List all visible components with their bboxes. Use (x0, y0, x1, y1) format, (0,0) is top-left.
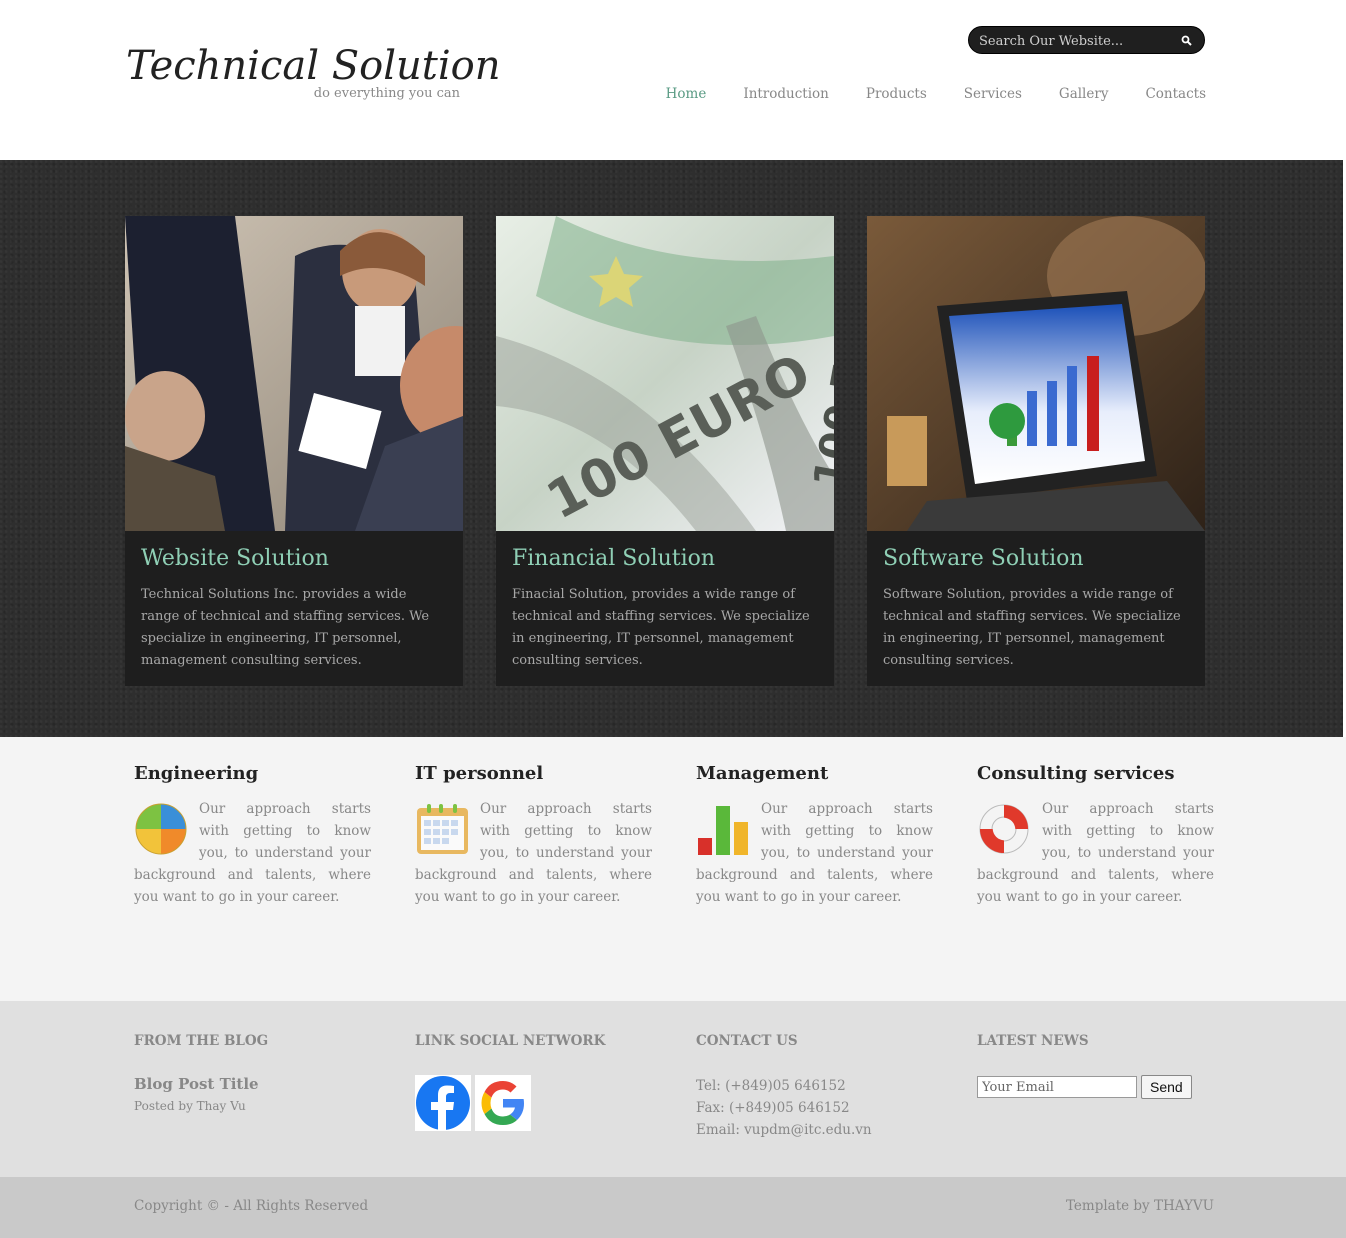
footer-contact: CONTACT US Tel: (+849)05 646152 Fax: (+8… (696, 1033, 936, 1141)
bar-chart-icon (698, 806, 748, 855)
footer-heading: LINK SOCIAL NETWORK (415, 1033, 606, 1049)
card-text: Technical Solutions Inc. provides a wide… (141, 587, 430, 668)
blog-post-meta: Posted by Thay Vu (134, 1099, 246, 1113)
email-field[interactable] (977, 1076, 1137, 1098)
site-header: Technical Solution do everything you can… (0, 0, 1346, 160)
nav-introduction[interactable]: Introduction (743, 86, 829, 108)
footer-heading: LATEST NEWS (977, 1033, 1089, 1049)
feature-title[interactable]: Management (696, 763, 933, 784)
euro-banknotes-photo: 100 EURO 100 EURO (496, 216, 834, 531)
search-icon[interactable] (1181, 35, 1192, 46)
nav-home[interactable]: Home (666, 86, 707, 108)
contact-fax: Fax: (+849)05 646152 (696, 1100, 850, 1116)
nav-products[interactable]: Products (866, 86, 927, 108)
feature-title[interactable]: Engineering (134, 763, 371, 784)
nav-gallery[interactable]: Gallery (1059, 86, 1109, 108)
feature-consulting: Consulting services Our approach starts … (977, 763, 1214, 908)
feature-title[interactable]: Consulting services (977, 763, 1214, 784)
lifebuoy-icon (979, 804, 1029, 854)
template-credit[interactable]: Template by THAYVU (1066, 1198, 1214, 1214)
feature-it-personnel: IT personnel Our approach starts with ge… (415, 763, 652, 908)
contact-tel: Tel: (+849)05 646152 (696, 1078, 846, 1094)
business-meeting-photo (125, 216, 463, 531)
nav-contacts[interactable]: Contacts (1145, 86, 1206, 108)
card-title[interactable]: Software Solution (883, 546, 1084, 571)
card-software-solution[interactable]: Software Solution Software Solution, pro… (867, 216, 1205, 686)
nav-services[interactable]: Services (964, 86, 1022, 108)
facebook-icon[interactable] (415, 1075, 471, 1131)
footer-blog: FROM THE BLOG Blog Post Title Posted by … (134, 1033, 374, 1113)
footer-news: LATEST NEWS Send (977, 1033, 1217, 1099)
card-website-solution[interactable]: Website Solution Technical Solutions Inc… (125, 216, 463, 686)
send-button[interactable]: Send (1141, 1075, 1192, 1099)
google-icon[interactable] (475, 1075, 531, 1131)
logo-title: Technical Solution (126, 43, 501, 89)
blog-post-title[interactable]: Blog Post Title (134, 1075, 374, 1093)
laptop-chart-photo (867, 216, 1205, 531)
feature-title[interactable]: IT personnel (415, 763, 652, 784)
card-title[interactable]: Website Solution (141, 546, 329, 571)
feature-management: Management Our approach starts with gett… (696, 763, 933, 908)
logo[interactable]: Technical Solution do everything you can (126, 42, 501, 101)
search-input[interactable] (979, 31, 1169, 51)
card-text: Software Solution, provides a wide range… (883, 587, 1181, 668)
copyright: Copyright © - All Rights Reserved (134, 1198, 369, 1214)
feature-engineering: Engineering Our approach starts with get… (134, 763, 371, 908)
contact-email[interactable]: Email: vupdm@itc.edu.vn (696, 1119, 936, 1141)
card-text: Finacial Solution, provides a wide range… (512, 587, 810, 668)
features-section: Engineering Our approach starts with get… (0, 737, 1346, 1001)
social-links (415, 1075, 655, 1131)
newsletter-form: Send (977, 1075, 1217, 1099)
pie-chart-icon (135, 803, 187, 855)
bottom-bar: Copyright © - All Rights Reserved Templa… (0, 1177, 1346, 1238)
contact-info: Tel: (+849)05 646152 Fax: (+849)05 64615… (696, 1075, 936, 1141)
main-nav: Home Introduction Products Services Gall… (666, 86, 1206, 108)
card-title[interactable]: Financial Solution (512, 546, 715, 571)
site-footer: FROM THE BLOG Blog Post Title Posted by … (0, 1001, 1346, 1177)
solutions-band: Website Solution Technical Solutions Inc… (0, 160, 1343, 737)
footer-heading: FROM THE BLOG (134, 1033, 269, 1049)
footer-heading: CONTACT US (696, 1033, 798, 1049)
calendar-icon (417, 804, 468, 854)
footer-social: LINK SOCIAL NETWORK (415, 1033, 655, 1131)
card-financial-solution[interactable]: 100 EURO 100 EURO Financial Solution Fin… (496, 216, 834, 686)
search-box (968, 26, 1205, 54)
